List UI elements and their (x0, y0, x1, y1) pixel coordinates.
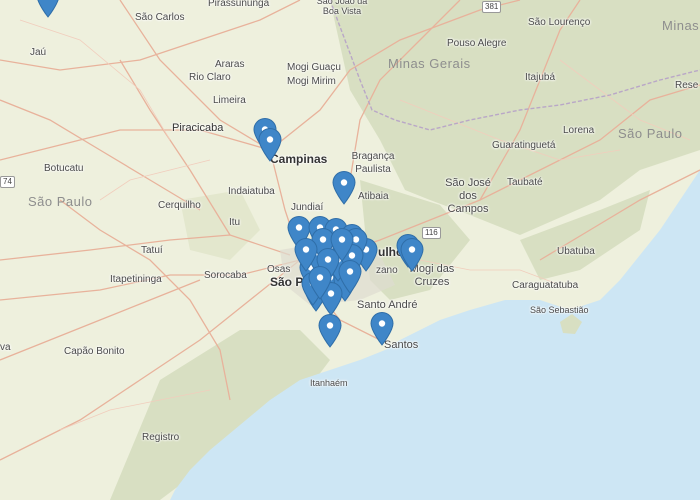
region-label: São Paulo (28, 194, 93, 209)
place-label: Limeira (213, 95, 246, 106)
location-pin-icon[interactable] (318, 314, 342, 348)
location-pin-icon[interactable] (370, 312, 394, 346)
highway-shield: 74 (0, 176, 15, 188)
place-label: Jaú (30, 47, 47, 58)
place-label: Pirassununga (208, 0, 270, 9)
place-label: Mogi Guaçu (287, 62, 341, 73)
location-pin-icon[interactable] (338, 260, 362, 294)
place-label: Itanhaém (310, 378, 348, 388)
place-label: Atibaia (358, 191, 389, 202)
location-pin-icon[interactable] (330, 228, 354, 262)
place-label: Mogi Mirim (287, 76, 336, 87)
location-pin-icon[interactable] (258, 128, 282, 162)
place-label: Santo André (357, 299, 418, 311)
place-label: São Carlos (135, 12, 185, 23)
place-label: Cerquilho (158, 200, 201, 211)
place-label: zano (376, 265, 398, 276)
place-label: Itu (229, 217, 241, 228)
location-pin-icon[interactable] (332, 171, 356, 205)
place-label: São Lourenço (528, 17, 591, 28)
place-label: Lorena (563, 125, 595, 136)
location-pin-icon[interactable] (36, 0, 60, 18)
place-label: São João da Boa Vista (316, 0, 368, 16)
place-label: São Sebastião (530, 305, 589, 315)
place-label: Jundiaí (291, 202, 324, 213)
place-label: Ubatuba (557, 246, 595, 257)
place-label: Caraguatatuba (512, 280, 579, 291)
location-pin-icon[interactable] (308, 266, 332, 300)
place-label: Botucatu (44, 163, 84, 174)
map-canvas[interactable]: Minas Gerais São Paulo São Paulo Minas S… (0, 0, 700, 500)
place-label: Araras (215, 59, 245, 70)
place-label: Taubaté (507, 177, 543, 188)
place-label: Guaratinguetá (492, 140, 556, 151)
place-label: Indaiatuba (228, 186, 275, 197)
place-label: Pouso Alegre (447, 38, 507, 49)
region-label: Minas Gerais (388, 56, 471, 71)
place-label: Rio Claro (189, 72, 231, 83)
location-pin-icon[interactable] (400, 238, 424, 272)
highway-shield: 116 (422, 227, 441, 239)
region-label: São Paulo (618, 126, 683, 141)
place-label: Itajubá (525, 72, 556, 83)
place-label: Rese (675, 80, 699, 91)
place-label: Itapetininga (110, 274, 162, 285)
place-label: va (0, 342, 11, 353)
place-label: Capão Bonito (64, 346, 125, 357)
place-label: Tatuí (141, 245, 163, 256)
region-label: Minas (662, 18, 700, 33)
place-label: Piracicaba (172, 122, 224, 134)
place-label: Registro (142, 432, 180, 443)
place-label: Sorocaba (204, 270, 247, 281)
place-label: São José dos Campos (445, 177, 491, 215)
highway-shield: 381 (482, 1, 502, 13)
